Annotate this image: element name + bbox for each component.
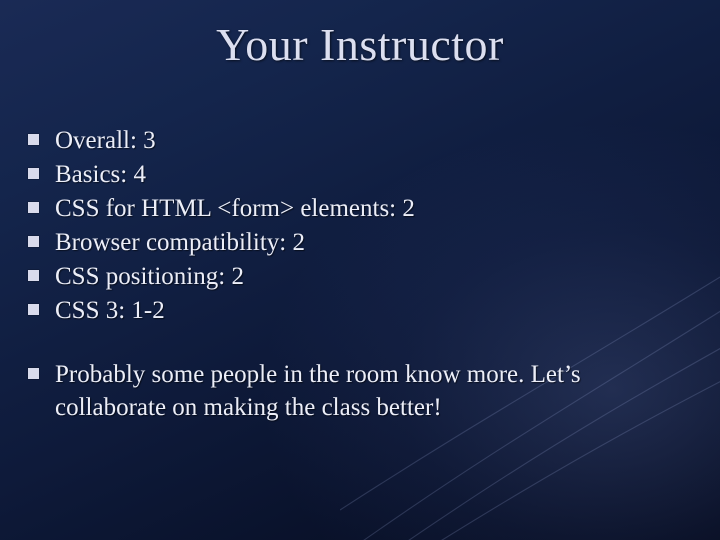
list-item: CSS 3: 1-2 bbox=[28, 294, 692, 327]
list-item: Basics: 4 bbox=[28, 158, 692, 191]
list-item: Overall: 3 bbox=[28, 124, 692, 157]
list-item: Browser compatibility: 2 bbox=[28, 226, 692, 259]
bullet-square-icon bbox=[28, 134, 39, 145]
slide-content: Overall: 3 Basics: 4 CSS for HTML <form>… bbox=[28, 124, 692, 425]
bullet-text: CSS 3: 1-2 bbox=[55, 294, 165, 327]
bullet-text: Overall: 3 bbox=[55, 124, 156, 157]
bullet-square-icon bbox=[28, 236, 39, 247]
bullet-square-icon bbox=[28, 368, 39, 379]
list-item: CSS for HTML <form> elements: 2 bbox=[28, 192, 692, 225]
bullet-text: CSS for HTML <form> elements: 2 bbox=[55, 192, 415, 225]
bullet-text: Probably some people in the room know mo… bbox=[55, 358, 692, 424]
bullet-square-icon bbox=[28, 270, 39, 281]
slide-title: Your Instructor bbox=[0, 0, 720, 71]
bullet-square-icon bbox=[28, 168, 39, 179]
bullet-text: Basics: 4 bbox=[55, 158, 146, 191]
bullet-text: CSS positioning: 2 bbox=[55, 260, 244, 293]
bullet-square-icon bbox=[28, 304, 39, 315]
bullet-list-2: Probably some people in the room know mo… bbox=[28, 358, 692, 424]
bullet-text: Browser compatibility: 2 bbox=[55, 226, 305, 259]
bullet-square-icon bbox=[28, 202, 39, 213]
spacer bbox=[28, 328, 692, 358]
bullet-list-1: Overall: 3 Basics: 4 CSS for HTML <form>… bbox=[28, 124, 692, 327]
list-item: Probably some people in the room know mo… bbox=[28, 358, 692, 424]
list-item: CSS positioning: 2 bbox=[28, 260, 692, 293]
slide: Your Instructor Overall: 3 Basics: 4 CSS… bbox=[0, 0, 720, 540]
